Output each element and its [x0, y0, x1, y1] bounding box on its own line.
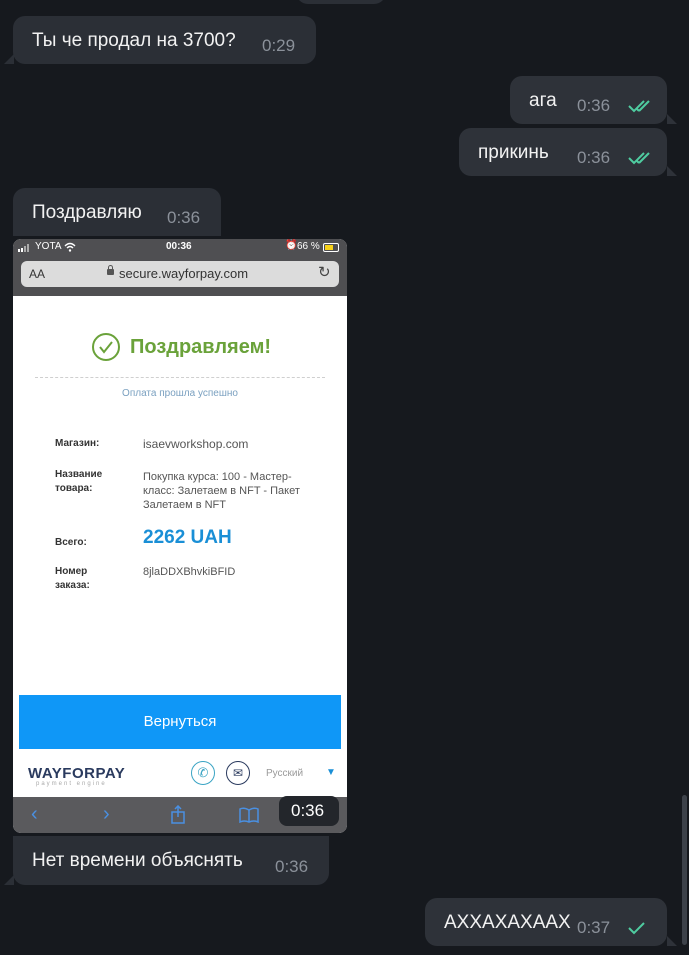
bubble-tail: [4, 875, 14, 885]
message-time: 0:37: [577, 918, 611, 937]
bubble-tail: [4, 54, 14, 64]
message-text: Поздравляю: [32, 202, 142, 223]
carrier-name: YOTA: [35, 241, 62, 252]
double-check-icon: [628, 152, 650, 165]
battery-percent: 66 %: [297, 241, 320, 252]
phone-support-icon[interactable]: ✆: [191, 761, 215, 785]
bubble-tail: [667, 114, 677, 124]
success-check-icon: [92, 333, 120, 361]
status-clock: 00:36: [166, 241, 192, 252]
message-text: прикинь: [478, 142, 549, 163]
alarm-icon: ⏰: [285, 240, 298, 251]
message-bubble[interactable]: Поздравляю 0:36: [13, 188, 221, 236]
message-text: Нет времени объяснять: [32, 850, 243, 871]
success-title: Поздравляем!: [130, 336, 272, 358]
signal-icon: [18, 244, 32, 252]
message-bubble[interactable]: АХХАХАХААХ 0:37: [425, 898, 667, 946]
product-value: Покупка курса: 100 - Мастер-: [143, 471, 292, 483]
battery-icon: [323, 243, 339, 252]
success-subtitle: Оплата прошла успешно: [122, 388, 238, 399]
message-text: ага: [529, 90, 557, 111]
bookmarks-icon[interactable]: [239, 807, 259, 823]
brand-main: WAYFORPAY: [28, 765, 126, 782]
lock-icon: [107, 265, 114, 275]
share-icon[interactable]: [170, 805, 186, 825]
message-bubble[interactable]: прикинь 0:36: [459, 128, 667, 176]
back-icon[interactable]: ‹: [31, 803, 38, 826]
language-select[interactable]: Русский: [266, 768, 303, 779]
double-check-icon: [628, 100, 650, 113]
order-label: Номер: [55, 566, 88, 577]
total-label: Всего:: [55, 537, 87, 548]
browser-address-bar[interactable]: AA secure.wayforpay.com ↻: [21, 261, 339, 287]
chat-scrollbar[interactable]: [682, 795, 687, 945]
message-bubble[interactable]: Ты че продал на 3700? 0:29: [13, 16, 316, 64]
message-text: АХХАХАХААХ: [444, 912, 571, 933]
product-value: класс: Залетаем в NFT - Пакет: [143, 485, 300, 497]
forward-icon[interactable]: ›: [103, 803, 110, 826]
text-size-button[interactable]: AA: [29, 267, 45, 281]
photo-time: 0:36: [291, 801, 325, 820]
product-label: товара:: [55, 483, 93, 494]
dashed-divider: [35, 377, 325, 378]
return-button-label: Вернуться: [143, 713, 217, 730]
product-value: Залетаем в NFT: [143, 499, 226, 511]
bubble-tail: [667, 936, 677, 946]
reload-icon[interactable]: ↻: [318, 263, 331, 281]
product-label: Название: [55, 469, 103, 480]
bubble-tail: [667, 166, 677, 176]
message-time: 0:36: [577, 148, 611, 167]
message-time: 0:29: [262, 36, 296, 55]
payment-screenshot-photo[interactable]: YOTA 00:36 ⏰ 66 % AA secure.wayforpay.co…: [13, 239, 347, 833]
email-support-icon[interactable]: ✉: [226, 761, 250, 785]
payment-page: Поздравляем! Оплата прошла успешно Магаз…: [13, 296, 347, 796]
message-time: 0:36: [577, 96, 611, 115]
message-text: Ты че продал на 3700?: [32, 30, 236, 51]
wifi-icon: [64, 242, 76, 252]
brand-sub: payment engine: [36, 781, 107, 787]
url-text: secure.wayforpay.com: [119, 266, 249, 281]
message-time: 0:36: [167, 208, 201, 227]
order-label: заказа:: [55, 580, 90, 591]
shop-value: isaevworkshop.com: [143, 437, 249, 451]
check-icon: [628, 922, 645, 935]
phone-status-bar: YOTA 00:36 ⏰ 66 %: [13, 239, 347, 256]
chevron-down-icon[interactable]: ▼: [326, 767, 336, 778]
message-time: 0:36: [275, 857, 309, 876]
message-bubble[interactable]: ага 0:36: [510, 76, 667, 124]
total-value: 2262 UAH: [143, 527, 232, 548]
message-bubble[interactable]: Нет времени объяснять 0:36: [13, 836, 329, 885]
shop-label: Магазин:: [55, 438, 100, 449]
return-button[interactable]: Вернуться: [19, 695, 341, 749]
photo-time-badge: 0:36: [279, 796, 339, 826]
cutoff-bubble: [296, 0, 386, 4]
order-value: 8jlaDDXBhvkiBFID: [143, 566, 236, 578]
